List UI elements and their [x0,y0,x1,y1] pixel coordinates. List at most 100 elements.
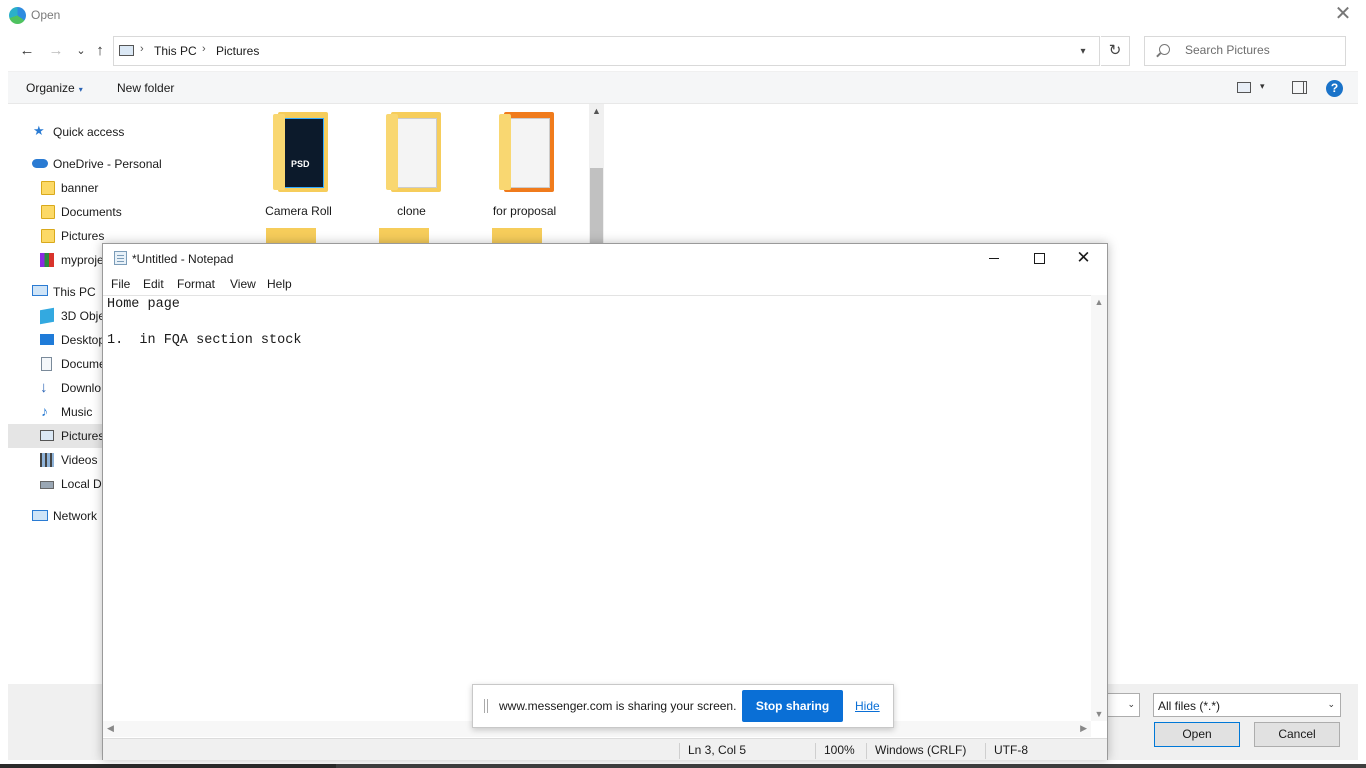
navigation-bar: ← → ⌄ ↑ › This PC › Pictures ▾ ↻ [0,31,1366,71]
notepad-menubar: File Edit Format View Help [103,273,1107,295]
command-bar: Organize ▾ New folder ▾ ? [8,71,1358,104]
hide-banner-link[interactable]: Hide [855,699,880,713]
text-editor[interactable]: Home page 1. in FQA section stock [103,295,1091,721]
preview-pane-icon[interactable] [1292,81,1307,94]
dialog-title: Open [31,8,61,22]
sidebar-item-onedrive[interactable]: OneDrive - Personal [8,152,230,176]
file-name: for proposal [492,204,557,218]
dialog-close-button[interactable]: ✕ [1330,4,1356,26]
breadcrumb-separator: › [202,43,206,55]
file-name-dropdown[interactable]: ⌄ [1107,693,1140,717]
download-icon: ↓ [40,379,48,396]
folder-icon [41,229,55,243]
folder-for-proposal[interactable]: for proposal [468,110,581,218]
organize-button[interactable]: Organize ▾ [26,81,83,95]
folder-thumbnail-icon[interactable] [492,228,542,244]
menu-view[interactable]: View [230,277,256,291]
sharing-message: www.messenger.com is sharing your screen… [499,699,737,713]
menu-edit[interactable]: Edit [143,277,164,291]
sidebar-item-label: Documents [61,205,122,219]
star-icon: ★ [33,123,45,138]
back-button[interactable]: ← [16,40,38,62]
zoom-level: 100% [815,743,855,759]
sidebar-item-label: Docume [61,357,106,371]
scrollbar-thumb[interactable] [590,168,603,244]
computer-icon [32,285,48,296]
sidebar-item-documents[interactable]: Documents [8,200,230,224]
folder-clone[interactable]: clone [355,110,468,218]
chevron-down-icon: ⌄ [1327,699,1335,709]
text-line: 1. in FQA section stock [107,333,302,348]
notepad-statusbar: Ln 3, Col 5 100% Windows (CRLF) UTF-8 [103,738,1107,760]
drag-handle-icon[interactable] [484,699,488,713]
notepad-window: *Untitled - Notepad ✕ File Edit Format V… [102,243,1108,760]
file-list-scrollbar[interactable]: ▲ [589,104,604,244]
sidebar-item-label: Videos [61,453,98,467]
address-history-dropdown[interactable]: ▾ [1074,43,1092,61]
open-button[interactable]: Open [1154,722,1240,747]
dialog-titlebar: Open ✕ [0,0,1366,31]
pictures-location-icon [119,45,134,56]
sidebar-item-label: Network [53,509,98,523]
up-button[interactable]: ↑ [89,40,111,62]
music-icon: ♪ [41,403,48,419]
sidebar-item-label: myproje [61,253,104,267]
scroll-up-arrow-icon[interactable]: ▲ [589,106,604,116]
sidebar-item-label: Pictures [61,429,105,443]
cursor-position: Ln 3, Col 5 [679,743,746,759]
cube-icon [40,307,54,325]
line-endings: Windows (CRLF) [866,743,966,759]
sidebar-item-banner[interactable]: banner [8,176,230,200]
folder-thumbnail-icon [496,110,558,194]
menu-help[interactable]: Help [267,277,292,291]
scroll-left-arrow-icon[interactable]: ◀ [107,723,114,734]
folder-icon [41,181,55,195]
sidebar-item-label: 3D Obje [61,309,106,323]
new-folder-button[interactable]: New folder [117,81,174,95]
psd-file-icon: PSD [284,118,324,188]
file-list: PSD Camera Roll clone for proposal [230,104,590,244]
stop-sharing-button[interactable]: Stop sharing [742,690,843,722]
screen-sharing-banner: www.messenger.com is sharing your screen… [472,684,894,728]
folder-thumbnail-icon[interactable] [266,228,316,244]
folder-thumbnail-icon [383,110,445,194]
maximize-button[interactable] [1016,244,1061,273]
editor-vertical-scrollbar[interactable]: ▲ ▼ [1091,295,1107,721]
scroll-down-arrow-icon[interactable]: ▼ [1091,709,1107,719]
sidebar-item-label: Desktop [61,333,106,347]
sidebar-item-label: Downlo [61,381,102,395]
menu-file[interactable]: File [111,277,130,291]
address-bar[interactable]: › This PC › Pictures ▾ [113,36,1100,66]
menu-format[interactable]: Format [177,277,215,291]
folder-camera-roll[interactable]: PSD Camera Roll [242,110,355,218]
folder-thumbnail-icon[interactable] [379,228,429,244]
psd-badge: PSD [291,159,310,169]
cancel-button[interactable]: Cancel [1254,722,1340,747]
search-input[interactable] [1185,43,1335,57]
notepad-titlebar[interactable]: *Untitled - Notepad ✕ [103,244,1107,273]
refresh-button[interactable]: ↻ [1101,36,1130,66]
view-options-dropdown[interactable]: ▾ [1260,81,1265,92]
breadcrumb-this-pc[interactable]: This PC [154,44,197,58]
file-name: clone [397,204,426,218]
forward-button[interactable]: → [45,40,67,62]
drive-icon [40,481,54,489]
taskbar-segment [336,764,1366,768]
close-button[interactable]: ✕ [1061,244,1106,273]
chevron-down-icon: ▾ [78,85,83,94]
view-options-icon[interactable] [1237,82,1251,93]
breadcrumb-pictures[interactable]: Pictures [216,44,259,58]
pictures-icon [40,430,54,441]
sidebar-item-label: banner [61,181,99,195]
breadcrumb-separator: › [140,43,144,55]
help-icon[interactable]: ? [1326,80,1343,97]
sidebar-item-quick-access[interactable]: ★ Quick access [8,120,230,144]
scroll-up-arrow-icon[interactable]: ▲ [1091,297,1107,307]
minimize-button[interactable] [971,244,1016,273]
cloud-icon [32,159,48,168]
file-type-select[interactable]: All files (*.*) ⌄ [1153,693,1341,717]
search-box[interactable] [1144,36,1346,66]
scroll-right-arrow-icon[interactable]: ▶ [1080,723,1087,734]
folder-thumbnail-icon: PSD [270,110,332,194]
desktop-icon [40,334,54,345]
